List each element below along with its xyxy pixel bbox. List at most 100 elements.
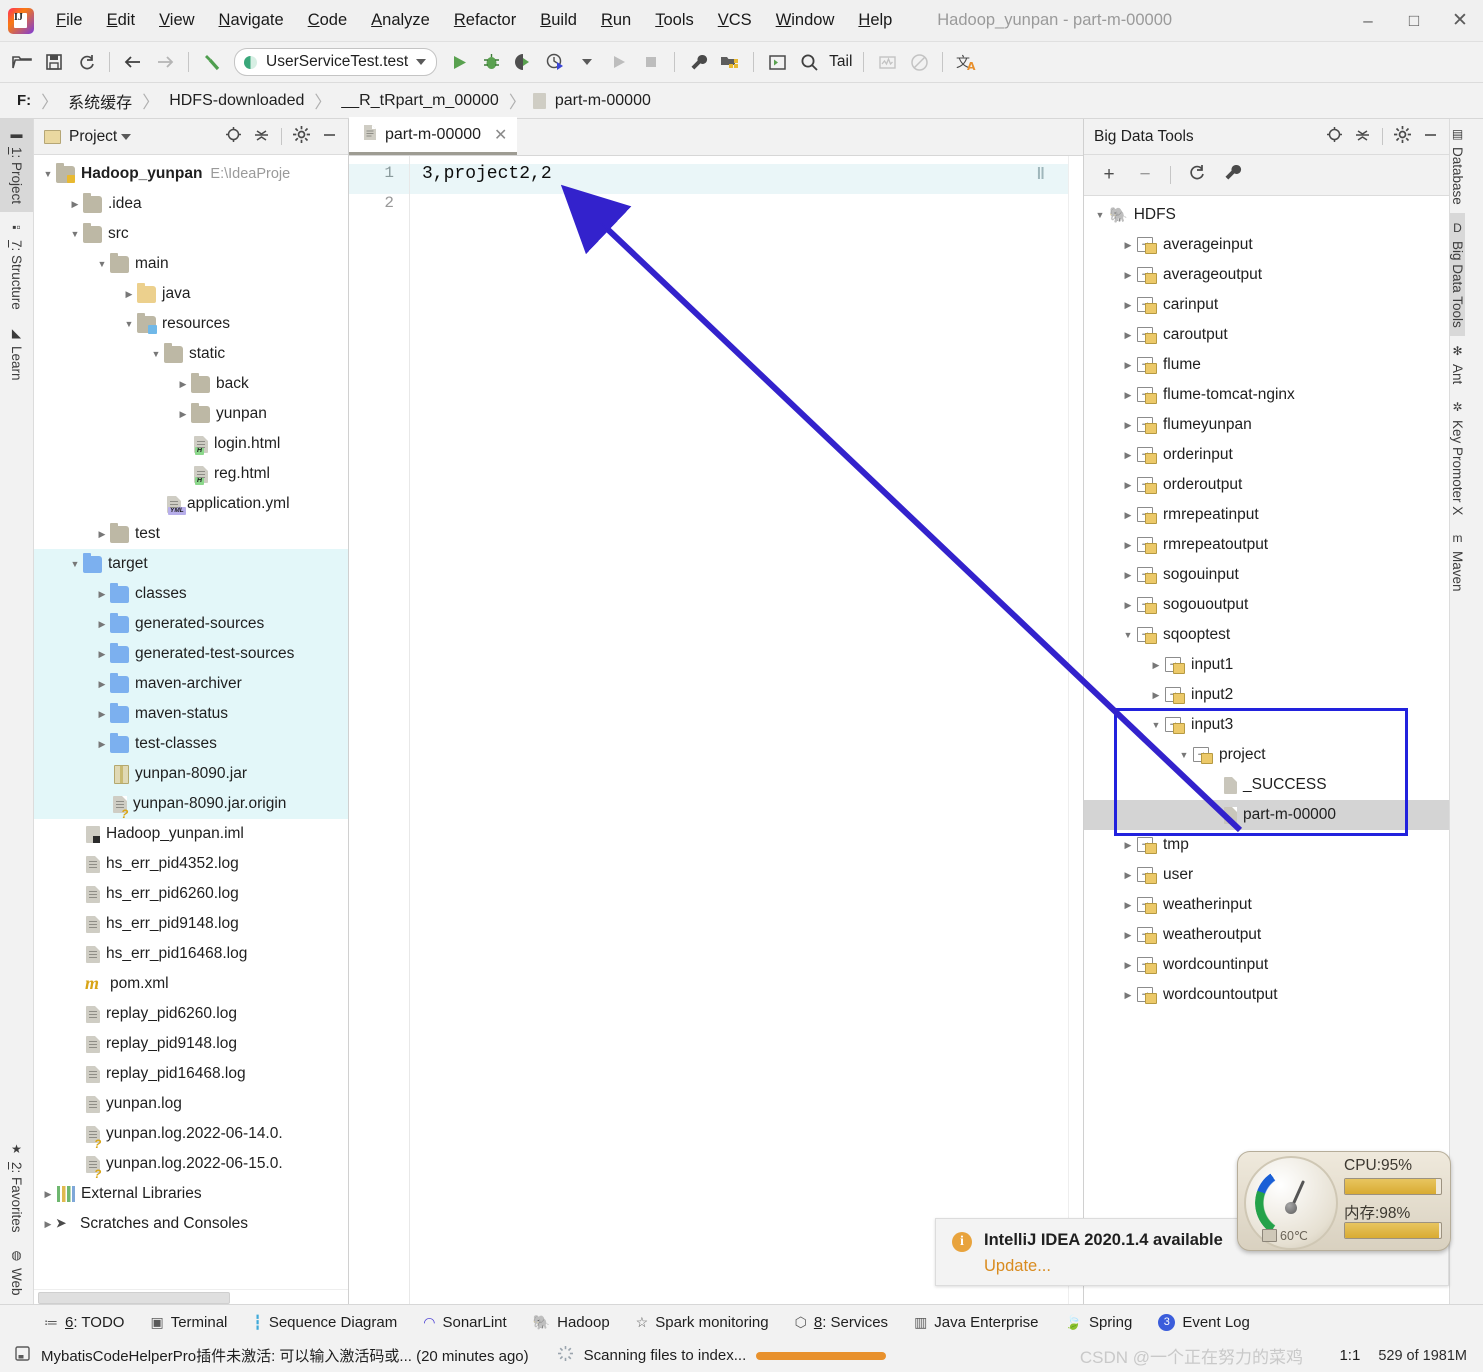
project-tree-row[interactable]: ▶ generated-sources	[34, 609, 348, 639]
editor-tab-part-m-00000[interactable]: part-m-00000 ✕	[349, 117, 518, 155]
hdfs-tree-row[interactable]: ▼➞ project	[1084, 740, 1449, 770]
search-icon[interactable]	[793, 47, 825, 77]
collapse-arrow-icon[interactable]: ▶	[1120, 300, 1136, 311]
collapse-arrow-icon[interactable]: ▶	[121, 289, 137, 300]
breadcrumb-item[interactable]: HDFS-downloaded	[166, 92, 307, 110]
tool-tab-7-structure[interactable]: ▪▫ 7: Structure	[0, 212, 33, 318]
hdfs-tree-row[interactable]: ▶➞ input1	[1084, 650, 1449, 680]
collapse-arrow-icon[interactable]: ▶	[1120, 240, 1136, 251]
menu-edit[interactable]: Edit	[95, 7, 147, 34]
collapse-arrow-icon[interactable]: ▶	[94, 739, 110, 750]
collapse-arrow-icon[interactable]: ▶	[1120, 840, 1136, 851]
expand-arrow-icon[interactable]: ▼	[1148, 720, 1164, 730]
hammer-icon[interactable]	[196, 47, 228, 77]
project-tree-row[interactable]: replay_pid16468.log	[34, 1059, 348, 1089]
project-tree-row[interactable]: Hreg.html	[34, 459, 348, 489]
collapse-arrow-icon[interactable]: ▶	[94, 589, 110, 600]
collapse-arrow-icon[interactable]: ▶	[1120, 330, 1136, 341]
run-configuration-selector[interactable]: UserServiceTest.test	[234, 48, 438, 76]
hdfs-tree-row[interactable]: ▼➞ sqooptest	[1084, 620, 1449, 650]
menu-run[interactable]: Run	[589, 7, 643, 34]
collapse-arrow-icon[interactable]: ▶	[1120, 270, 1136, 281]
caret-position[interactable]: 1:1	[1339, 1347, 1360, 1364]
cpu-memory-widget[interactable]: 60℃ CPU:95% 内存:98%	[1237, 1151, 1451, 1251]
bottom-tab-spark-monitoring[interactable]: ☆ Spark monitoring	[636, 1314, 769, 1331]
bottom-tab-event-log[interactable]: 3 Event Log	[1158, 1313, 1250, 1331]
expand-arrow-icon[interactable]: ▼	[148, 349, 164, 359]
console-icon[interactable]	[761, 47, 793, 77]
hdfs-tree[interactable]: ▼🐘HDFS▶➞averageinput▶➞averageoutput▶➞car…	[1084, 196, 1449, 1304]
menu-refactor[interactable]: Refactor	[442, 7, 528, 34]
collapse-arrow-icon[interactable]: ▶	[1120, 900, 1136, 911]
tool-tab-key-promoter-x[interactable]: ✲ Key Promoter X	[1450, 392, 1465, 523]
chevron-down-icon[interactable]	[121, 133, 132, 140]
project-tree-row[interactable]: m pom.xml	[34, 969, 348, 999]
translate-icon[interactable]: 文A	[950, 47, 982, 77]
project-tree-row[interactable]: ▶ back	[34, 369, 348, 399]
project-tree-row[interactable]: ▶ classes	[34, 579, 348, 609]
hdfs-tree-row[interactable]: ▶➞ user	[1084, 860, 1449, 890]
expand-arrow-icon[interactable]: ▼	[121, 319, 137, 329]
hdfs-tree-row[interactable]: ▶➞ flume-tomcat-nginx	[1084, 380, 1449, 410]
expand-arrow-icon[interactable]: ▼	[1176, 750, 1192, 760]
close-button[interactable]: ✕	[1437, 9, 1483, 32]
editor-content[interactable]: 3,project2,2 ‖	[410, 156, 1068, 1304]
hdfs-tree-row[interactable]: ▶➞ wordcountinput	[1084, 950, 1449, 980]
menu-tools[interactable]: Tools	[643, 7, 706, 34]
hdfs-tree-row[interactable]: ▶➞ rmrepeatinput	[1084, 500, 1449, 530]
expand-arrow-icon[interactable]: ▼	[40, 169, 56, 179]
bottom-tab-java-enterprise[interactable]: ▥ Java Enterprise	[914, 1314, 1038, 1331]
project-tree-row[interactable]: ▼ resources	[34, 309, 348, 339]
expand-arrow-icon[interactable]: ▼	[67, 229, 83, 239]
hdfs-tree-row[interactable]: ▶➞ averageoutput	[1084, 260, 1449, 290]
expand-arrow-icon[interactable]: ▼	[1092, 210, 1108, 220]
project-tree-row[interactable]: ▶ yunpan	[34, 399, 348, 429]
collapse-arrow-icon[interactable]: ▶	[1148, 690, 1164, 701]
project-tree-row[interactable]: ▼ target	[34, 549, 348, 579]
project-tree-row[interactable]: ▶ generated-test-sources	[34, 639, 348, 669]
project-tree-row[interactable]: ▶ maven-status	[34, 699, 348, 729]
tool-tab-database[interactable]: ▤ Database	[1450, 119, 1465, 213]
collapse-arrow-icon[interactable]: ▶	[1120, 450, 1136, 461]
breadcrumb-item[interactable]: part-m-00000	[552, 92, 654, 110]
hdfs-tree-row[interactable]: ▶➞ flume	[1084, 350, 1449, 380]
collapse-arrow-icon[interactable]: ▶	[67, 199, 83, 210]
minimize-icon[interactable]	[321, 126, 338, 148]
project-tree-row[interactable]: ▶ java	[34, 279, 348, 309]
project-tree-row[interactable]: hs_err_pid16468.log	[34, 939, 348, 969]
minimize-button[interactable]: –	[1345, 11, 1391, 31]
project-tree-row[interactable]: ▶ ➤ Scratches and Consoles	[34, 1209, 348, 1239]
expand-arrow-icon[interactable]: ▼	[94, 259, 110, 269]
hdfs-tree-row[interactable]: ▶➞ wordcountoutput	[1084, 980, 1449, 1010]
hdfs-tree-row[interactable]: ▶➞ tmp	[1084, 830, 1449, 860]
hdfs-tree-row[interactable]: ▶➞ input2	[1084, 680, 1449, 710]
breadcrumb-drive[interactable]: F:	[14, 92, 34, 109]
bottom-tab-terminal[interactable]: ▣ Terminal	[150, 1314, 227, 1331]
project-tree[interactable]: ▼ Hadoop_yunpan E:\IdeaProje ▶ .idea ▼ src ▼ mai…	[34, 155, 348, 1289]
collapse-arrow-icon[interactable]: ▶	[94, 619, 110, 630]
wrench-icon[interactable]	[682, 47, 714, 77]
hdfs-tree-row[interactable]: part-m-00000	[1084, 800, 1449, 830]
project-tree-row[interactable]: Hadoop_yunpan.iml	[34, 819, 348, 849]
project-tree-row[interactable]: hs_err_pid6260.log	[34, 879, 348, 909]
project-tree-row[interactable]: ▼ Hadoop_yunpan E:\IdeaProje	[34, 159, 348, 189]
tool-tab-web[interactable]: ◍ Web	[0, 1240, 33, 1304]
collapse-all-icon[interactable]	[1354, 126, 1371, 148]
collapse-arrow-icon[interactable]: ▶	[1120, 390, 1136, 401]
project-structure-icon[interactable]	[714, 47, 746, 77]
project-tree-row[interactable]: ▼ src	[34, 219, 348, 249]
menu-build[interactable]: Build	[528, 7, 589, 34]
close-icon[interactable]: ✕	[494, 125, 507, 145]
project-tree-row[interactable]: Hlogin.html	[34, 429, 348, 459]
hdfs-tree-row[interactable]: ▶➞ flumeyunpan	[1084, 410, 1449, 440]
hdfs-tree-row[interactable]: ▶➞ carinput	[1084, 290, 1449, 320]
collapse-arrow-icon[interactable]: ▶	[1120, 570, 1136, 581]
memory-indicator[interactable]: 529 of 1981M	[1378, 1348, 1467, 1364]
collapse-arrow-icon[interactable]: ▶	[1120, 600, 1136, 611]
collapse-all-icon[interactable]	[253, 126, 270, 148]
hdfs-tree-row[interactable]: ▶➞ orderinput	[1084, 440, 1449, 470]
hdfs-tree-row[interactable]: ▶➞ weatheroutput	[1084, 920, 1449, 950]
hdfs-tree-row[interactable]: ▼ 🐘 HDFS	[1084, 200, 1449, 230]
navigate-back-icon[interactable]	[117, 47, 149, 77]
menu-window[interactable]: Window	[764, 7, 847, 34]
